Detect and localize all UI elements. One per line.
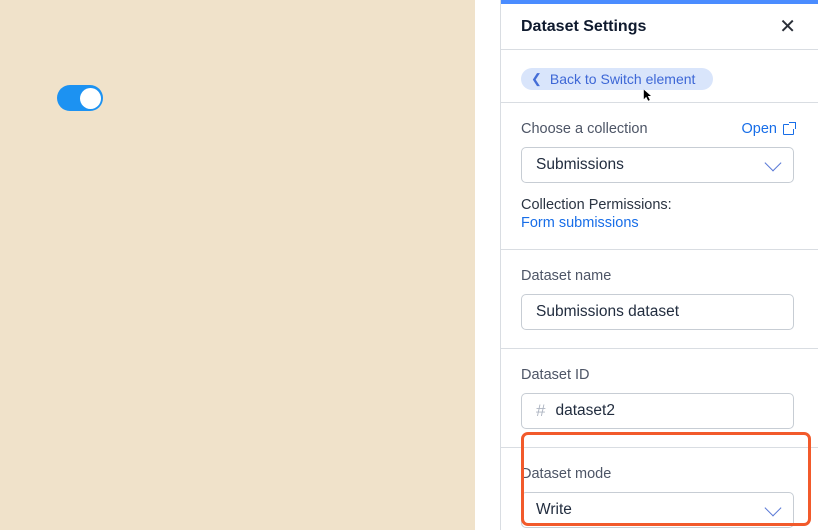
- panel-accent-bar: [501, 0, 818, 4]
- dataset-name-input[interactable]: [521, 294, 794, 330]
- collection-section: Choose a collection Open Submissions Col…: [501, 103, 818, 250]
- open-collection-text: Open: [742, 121, 777, 137]
- permissions-link[interactable]: Form submissions: [521, 215, 794, 231]
- hash-icon: #: [536, 401, 545, 421]
- external-link-icon: [783, 124, 794, 135]
- switch-element[interactable]: [57, 85, 103, 111]
- dataset-id-section: Dataset ID # dataset2: [501, 349, 818, 448]
- chevron-down-icon: [765, 154, 782, 171]
- back-section: ❮ Back to Switch element: [501, 50, 818, 103]
- open-collection-link[interactable]: Open: [742, 121, 794, 137]
- dataset-mode-section: Dataset mode Write: [501, 448, 818, 530]
- permissions-label: Collection Permissions:: [521, 197, 794, 213]
- dataset-id-input-wrap[interactable]: # dataset2: [521, 393, 794, 429]
- dataset-id-value: dataset2: [555, 402, 614, 420]
- collection-select[interactable]: Submissions: [521, 147, 794, 183]
- collection-selected-value: Submissions: [536, 156, 624, 174]
- panel-body: ❮ Back to Switch element Choose a collec…: [501, 50, 818, 530]
- back-to-switch-button[interactable]: ❮ Back to Switch element: [521, 68, 713, 90]
- dataset-mode-label: Dataset mode: [521, 466, 794, 482]
- chevron-down-icon: [765, 499, 782, 516]
- dataset-name-label: Dataset name: [521, 268, 794, 284]
- canvas-gutter: [475, 0, 500, 530]
- dataset-mode-value: Write: [536, 501, 572, 519]
- chevron-left-icon: ❮: [531, 71, 542, 87]
- panel-header: Dataset Settings ✕: [501, 4, 818, 50]
- settings-panel: Dataset Settings ✕ ❮ Back to Switch elem…: [500, 0, 818, 530]
- switch-knob: [80, 88, 101, 109]
- dataset-id-label: Dataset ID: [521, 367, 794, 383]
- close-icon[interactable]: ✕: [779, 17, 796, 37]
- dataset-mode-select[interactable]: Write: [521, 492, 794, 528]
- dataset-name-section: Dataset name: [501, 250, 818, 349]
- editor-canvas: [0, 0, 475, 530]
- back-label: Back to Switch element: [550, 71, 696, 87]
- collection-label: Choose a collection: [521, 121, 648, 137]
- panel-title: Dataset Settings: [521, 18, 646, 36]
